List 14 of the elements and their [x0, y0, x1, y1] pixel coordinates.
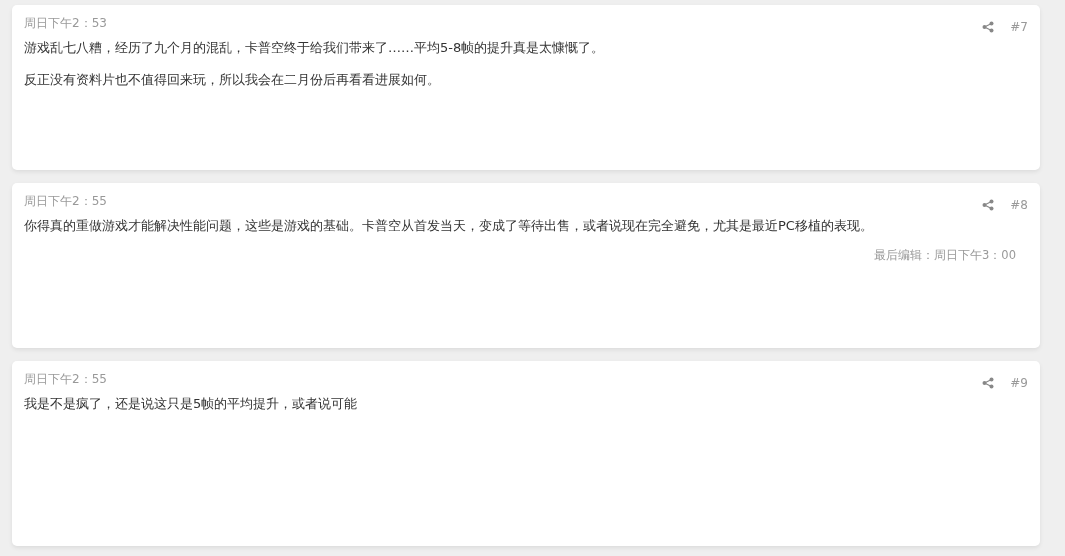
- post-number[interactable]: #9: [1010, 376, 1028, 390]
- post-number[interactable]: #7: [1010, 20, 1028, 34]
- post-text: 你得真的重做游戏才能解决性能问题，这些是游戏的基础。卡普空从首发当天，变成了等待出售，或者说现在完全避免，尤其是最近PC移植的表现。: [24, 217, 874, 235]
- share-icon[interactable]: [982, 199, 995, 211]
- post-text: 反正没有资料片也不值得回来玩，所以我会在二月份后再看看进展如何。: [24, 71, 441, 89]
- post-number[interactable]: #8: [1010, 198, 1028, 212]
- post-text: 我是不是疯了，还是说这只是5帧的平均提升，或者说可能: [24, 395, 359, 413]
- post-time: 周日下午2：53: [24, 15, 107, 32]
- share-icon[interactable]: [982, 377, 995, 389]
- post-time: 周日下午2：55: [24, 371, 107, 388]
- edit-note: 最后编辑：周日下午3：00: [873, 248, 1017, 263]
- post-text: 游戏乱七八糟，经历了九个月的混乱，卡普空终于给我们带来了……平均5-8帧的提升真是太慷慨了。: [24, 39, 606, 57]
- post-time: 周日下午2：55: [24, 193, 107, 210]
- share-icon[interactable]: [982, 21, 995, 33]
